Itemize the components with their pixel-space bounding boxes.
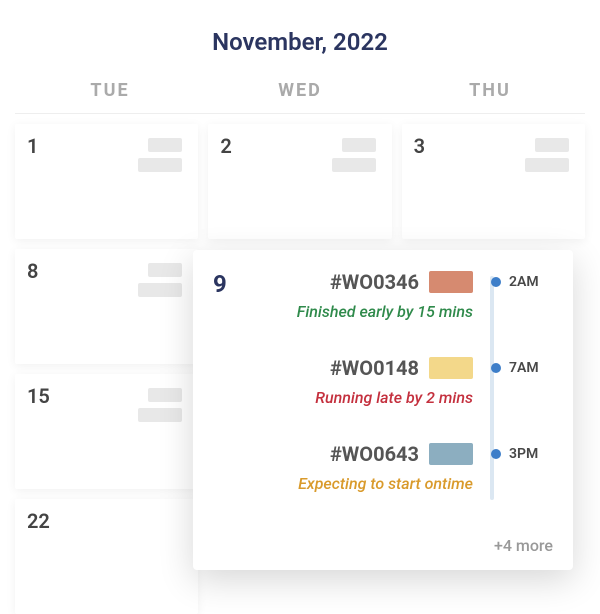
day-cell-15[interactable]: 15 [15,374,198,489]
workorder-time: 7AM [509,360,539,376]
workorder-code: #WO0148 [330,356,419,380]
workorder-swatch [429,357,473,379]
event-placeholders [332,138,376,172]
workorder-status: Running late by 2 mins [249,388,553,407]
placeholder-block [148,263,182,277]
workorder-code: #WO0643 [330,442,419,466]
more-items-link[interactable]: +4 more [249,528,553,555]
workorder-item[interactable]: #WO0643 3PM Expecting to start ontime [249,442,553,522]
event-placeholders [138,263,182,297]
workorder-time: 2AM [509,274,539,290]
day-cell-1[interactable]: 1 [15,124,198,239]
weekday-wed: WED [205,68,395,113]
workorder-item[interactable]: #WO0346 2AM Finished early by 15 mins [249,270,553,350]
workorder-item[interactable]: #WO0148 7AM Running late by 2 mins [249,356,553,436]
popout-day-number: 9 [213,270,249,298]
timeline-dot-icon [491,363,501,373]
event-placeholders [138,388,182,422]
day-number: 22 [27,509,186,533]
placeholder-block [148,138,182,152]
day-cell-8[interactable]: 8 [15,249,198,364]
day-cell-3[interactable]: 3 [402,124,585,239]
popout-body: #WO0346 2AM Finished early by 15 mins #W… [249,270,553,556]
placeholder-block [138,158,182,172]
day-cell-2[interactable]: 2 [208,124,391,239]
weekday-thu: THU [395,68,585,113]
placeholder-block [342,138,376,152]
workorder-status: Finished early by 15 mins [249,302,553,321]
weekday-tue: TUE [15,68,205,113]
workorder-swatch [429,271,473,293]
placeholder-block [332,158,376,172]
event-placeholders [138,138,182,172]
timeline-dot-icon [491,449,501,459]
weekday-row: TUE WED THU [15,68,585,114]
month-title: November, 2022 [15,10,585,68]
placeholder-block [148,388,182,402]
day-cell-22[interactable]: 22 [15,499,198,614]
placeholder-block [138,283,182,297]
day-detail-popout[interactable]: 9 #WO0346 2AM Finished early by 15 mins … [193,250,573,570]
workorder-status: Expecting to start ontime [249,474,553,493]
workorder-code: #WO0346 [330,270,419,294]
workorder-swatch [429,443,473,465]
timeline-dot-icon [491,277,501,287]
workorder-list: #WO0346 2AM Finished early by 15 mins #W… [249,270,553,522]
event-placeholders [525,138,569,172]
workorder-time: 3PM [509,446,538,462]
popout-day-column: 9 [213,270,249,556]
placeholder-block [138,408,182,422]
placeholder-block [525,158,569,172]
placeholder-block [535,138,569,152]
